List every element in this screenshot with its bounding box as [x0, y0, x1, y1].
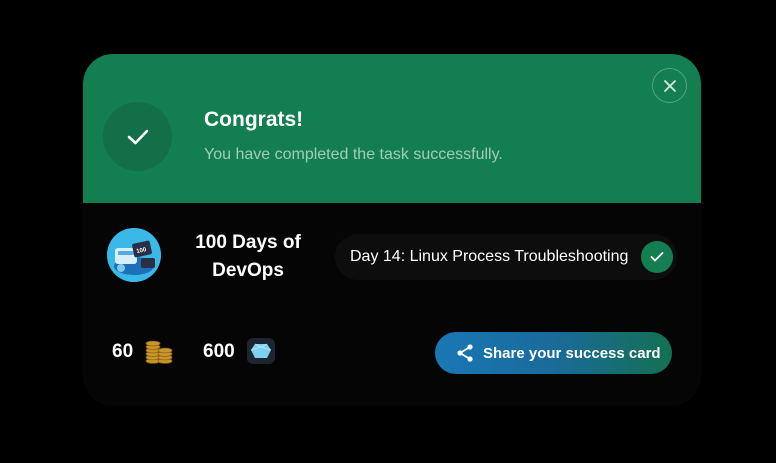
coins-icon	[144, 339, 174, 365]
task-label: Day 14: Linux Process Troubleshooting	[350, 248, 629, 265]
task-pill: Day 14: Linux Process Troubleshooting	[335, 234, 677, 280]
close-icon	[663, 79, 676, 92]
course-logo: 100	[107, 228, 161, 282]
success-check-icon	[103, 102, 172, 171]
gem-icon	[247, 338, 275, 364]
success-title: Congrats!	[204, 108, 304, 131]
close-button[interactable]	[652, 68, 687, 103]
success-subtitle: You have completed the task successfully…	[204, 146, 503, 163]
success-modal: Congrats! You have completed the task su…	[83, 54, 701, 406]
share-icon	[457, 344, 473, 362]
task-check-icon	[641, 241, 673, 273]
gems-reward-value: 600	[203, 341, 235, 362]
course-title: 100 Days of DevOps	[195, 232, 301, 281]
success-header: Congrats! You have completed the task su…	[83, 54, 701, 203]
share-success-card-button[interactable]: Share your success card	[435, 332, 672, 374]
share-button-label: Share your success card	[483, 345, 661, 362]
coins-reward-value: 60	[112, 341, 134, 362]
